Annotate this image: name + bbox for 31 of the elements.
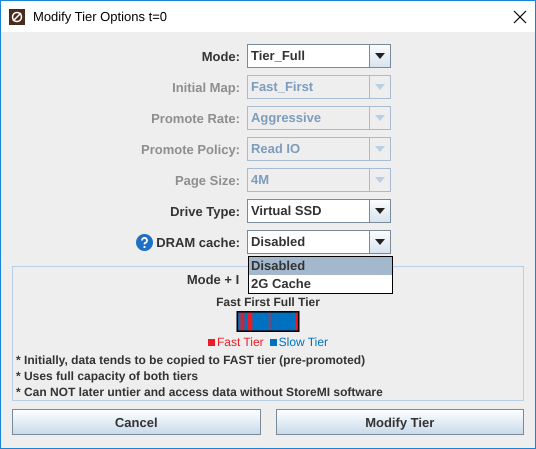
note-text: * Uses full capacity of both tiers (16, 368, 200, 384)
legend-label: Slow Tier (278, 335, 328, 349)
caret-icon (375, 53, 385, 59)
field-label: Promote Rate: (151, 110, 240, 126)
field-label: Promote Policy: (141, 142, 240, 156)
dropdown-field[interactable]: Disabled (247, 230, 391, 254)
caret-icon (375, 146, 385, 152)
window-title: Modify Tier Options t=0 (33, 9, 168, 24)
panel-title: Mode + I (186, 272, 240, 287)
field-label: Page Size: (174, 172, 240, 188)
note-text: * Initially, data tends to be copied to FAST tier (pre-promoted) (16, 352, 366, 368)
dropdown-field[interactable]: Virtual SSD (247, 199, 391, 223)
dialog-button[interactable]: Modify Tier (276, 409, 524, 435)
legend-label: Fast Tier (216, 335, 264, 349)
caret-icon (375, 177, 385, 183)
caret-icon (375, 115, 385, 121)
caret-icon (375, 84, 385, 90)
dropdown-option[interactable]: Disabled (249, 257, 392, 275)
field-label: Mode: (202, 48, 240, 64)
app-logo-icon (9, 8, 25, 24)
field-label: Drive Type: (170, 204, 240, 218)
dropdown-field[interactable]: Tier_Full (247, 44, 391, 68)
close-icon[interactable] (513, 10, 527, 24)
field-label: DRAM cache: (156, 234, 240, 250)
panel-subtitle: Fast First Full Tier (216, 295, 320, 309)
caret-icon (375, 239, 385, 245)
field-label: Initial Map: (172, 80, 240, 94)
note-text: * Can NOT later untier and access data without StoreMI software (16, 384, 384, 400)
help-icon[interactable] (136, 234, 154, 250)
caret-icon (375, 208, 385, 214)
dialog-button[interactable]: Cancel (12, 409, 260, 435)
